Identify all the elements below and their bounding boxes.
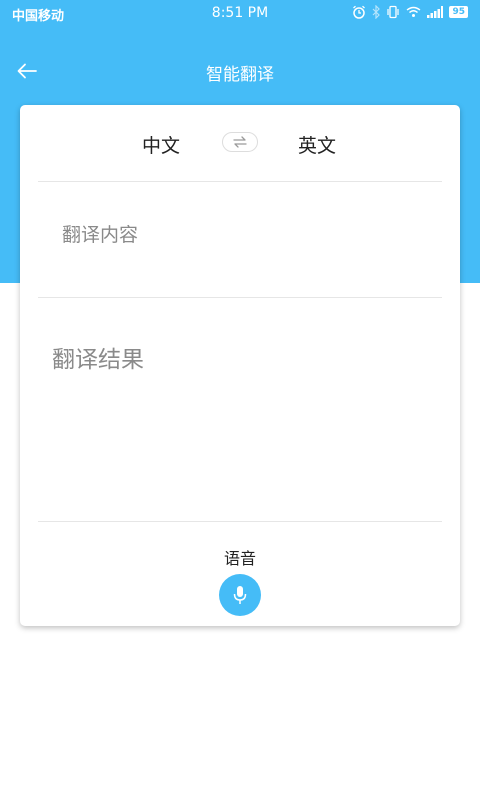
translate-card: 中文 英文 翻译结果 语音: [20, 105, 460, 626]
target-language-button[interactable]: 英文: [298, 131, 336, 158]
divider: [38, 297, 442, 298]
input-area: [38, 182, 442, 296]
wifi-icon: [407, 6, 421, 17]
source-language-button[interactable]: 中文: [142, 131, 180, 158]
translation-result: 翻译结果: [52, 347, 144, 373]
bluetooth-icon: [373, 5, 381, 19]
page-title: 智能翻译: [206, 65, 274, 85]
translate-input[interactable]: [38, 182, 442, 296]
voice-input-button[interactable]: [219, 574, 261, 616]
status-icons: 95: [352, 5, 468, 19]
app-bar: 智能翻译: [0, 26, 480, 104]
swap-arrows-icon: [233, 136, 247, 148]
swap-languages-button[interactable]: [222, 132, 258, 152]
voice-label: 语音: [223, 549, 256, 568]
signal-icon: [427, 6, 444, 18]
divider: [38, 521, 442, 522]
language-selector: 中文 英文: [20, 105, 460, 181]
alarm-icon: [353, 5, 366, 19]
battery-indicator: 95: [449, 6, 468, 18]
microphone-icon: [233, 586, 247, 604]
vibrate-icon: [387, 5, 400, 19]
status-bar: 中国移动 8:51 PM 95: [0, 0, 480, 26]
